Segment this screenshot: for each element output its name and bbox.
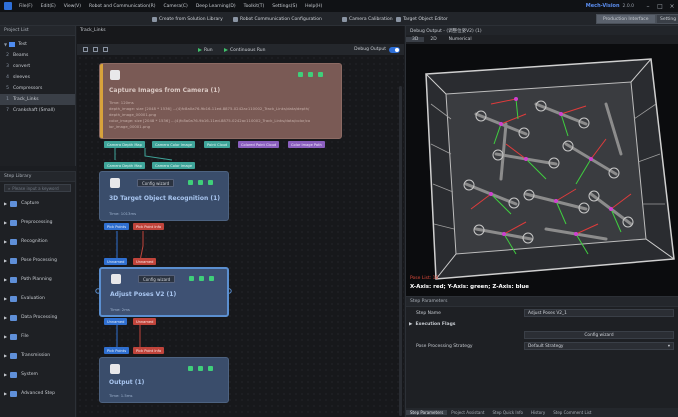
node-time: Time: 1013ms bbox=[109, 211, 137, 216]
debug-view-tabs: 3D 2D Numerical bbox=[406, 35, 678, 44]
port-camera-depth-map[interactable]: Camera Depth Map bbox=[104, 141, 145, 148]
config-wizard-button[interactable]: Config wizard bbox=[138, 275, 176, 283]
chevron-down-icon: ▾ bbox=[667, 343, 670, 349]
step-parameters-header: Step Parameters bbox=[406, 297, 678, 307]
tab-step-comment-list[interactable]: Step Comment List bbox=[549, 410, 595, 415]
node-info-line: lor_image_00001.png bbox=[109, 124, 151, 129]
axis-legend: X-Axis: red; Y-Axis: green; Z-Axis: blue bbox=[410, 284, 530, 290]
robot-link-icon[interactable] bbox=[188, 180, 193, 185]
param-pose-strategy: Pose Processing Strategy Default Strateg… bbox=[406, 341, 678, 351]
export-icon[interactable] bbox=[208, 180, 213, 185]
param-config-wizard: Config wizard bbox=[406, 330, 678, 340]
adjust-poses-icon bbox=[111, 274, 121, 284]
node-info-line: color_image: size [2048 * 1536] ...(4)fc… bbox=[109, 118, 311, 123]
output-node-icon bbox=[110, 364, 120, 374]
step-parameters-title: Step Parameters bbox=[410, 299, 448, 304]
node-adjust-poses-v2[interactable]: Config wizard Adjust Poses V2 (1) Time: … bbox=[99, 267, 229, 317]
step-name-label: Step Name bbox=[416, 310, 441, 316]
recognition-node-icon bbox=[110, 178, 120, 188]
node-stripe bbox=[100, 64, 103, 138]
param-execution-flags[interactable]: ▶ Execution Flags bbox=[406, 319, 678, 329]
port-in-pick-point-info[interactable]: Pick Point Info bbox=[133, 347, 165, 354]
port-out-unnamed[interactable]: Unnamed bbox=[104, 318, 128, 325]
export-icon[interactable] bbox=[209, 276, 214, 281]
debug-output-panel: Debug Output - (调整位姿V2) (1) 3D 2D Numeri… bbox=[405, 26, 678, 296]
robot-link-icon[interactable] bbox=[298, 72, 303, 77]
port-colored-point-cloud[interactable]: Colored Point Cloud bbox=[238, 141, 280, 148]
export-icon[interactable] bbox=[208, 366, 213, 371]
tab-numerical[interactable]: Numerical bbox=[443, 37, 478, 42]
expand-icon: ▶ bbox=[409, 321, 413, 327]
monitor-icon[interactable] bbox=[199, 276, 204, 281]
tab-project-assistant[interactable]: Project Assistant bbox=[447, 410, 488, 415]
config-wizard-button[interactable]: Config wizard bbox=[137, 179, 175, 187]
point-cloud-visualization bbox=[406, 44, 678, 296]
debug-output-title: Debug Output - (调整位姿V2) (1) bbox=[410, 28, 482, 34]
tab-step-parameters[interactable]: Step Parameters bbox=[406, 410, 448, 415]
tab-2d[interactable]: 2D bbox=[424, 37, 442, 42]
node-time: Time: 2ms bbox=[110, 307, 130, 312]
node-time: Time: 120ms bbox=[109, 100, 134, 105]
node-info-line: depth_image_00001.png bbox=[109, 112, 157, 117]
robot-link-icon[interactable] bbox=[189, 276, 194, 281]
pose-strategy-label: Pose Processing Strategy bbox=[416, 343, 473, 349]
node-title: Output (1) bbox=[109, 379, 145, 386]
port-in-camera-color-image[interactable]: Camera Color Image bbox=[152, 162, 196, 169]
port-out-pick-point-info[interactable]: Pick Point Info bbox=[133, 223, 165, 230]
node-title: 3D Target Object Recognition (1) bbox=[109, 195, 220, 202]
node-title: Adjust Poses V2 (1) bbox=[110, 291, 177, 298]
camera-capture-icon bbox=[110, 70, 120, 80]
port-in-unnamed[interactable]: Unnamed bbox=[133, 258, 157, 265]
monitor-icon[interactable] bbox=[198, 180, 203, 185]
tab-history[interactable]: History bbox=[527, 410, 549, 415]
execution-flags-label: Execution Flags bbox=[415, 321, 456, 327]
param-step-name: Step Name Adjust Poses V2_1 bbox=[406, 308, 678, 318]
node-3d-target-recognition[interactable]: Config wizard 3D Target Object Recogniti… bbox=[99, 171, 229, 221]
config-wizard-param-button[interactable]: Config wizard bbox=[524, 331, 674, 339]
port-color-image-path[interactable]: Color Image Path bbox=[288, 141, 325, 148]
port-out-pick-points[interactable]: Pick Points bbox=[104, 223, 130, 230]
port-in-camera-depth-map[interactable]: Camera Depth Map bbox=[104, 162, 145, 169]
tab-3d[interactable]: 3D bbox=[406, 37, 425, 42]
pose-count-label: Pose List: 16 bbox=[410, 276, 439, 281]
node-info-line: depth_image: size [2048 * 1536] ...(4)fc… bbox=[109, 106, 310, 111]
pose-strategy-value: Default Strategy bbox=[528, 343, 564, 349]
monitor-icon[interactable] bbox=[198, 366, 203, 371]
step-parameters-panel: Step Parameters Step Name Adjust Poses V… bbox=[405, 296, 678, 417]
step-name-field[interactable]: Adjust Poses V2_1 bbox=[524, 309, 674, 317]
robot-link-icon[interactable] bbox=[188, 366, 193, 371]
bottom-tab-bar: Step Parameters Project Assistant Step Q… bbox=[406, 408, 678, 417]
port-in-pick-points[interactable]: Pick Points bbox=[104, 347, 130, 354]
tab-step-quick-info[interactable]: Step Quick Info bbox=[488, 410, 527, 415]
debug-output-header: Debug Output - (调整位姿V2) (1) bbox=[406, 26, 678, 35]
export-icon[interactable] bbox=[318, 72, 323, 77]
node-output[interactable]: Output (1) Time: 1.5ms bbox=[99, 357, 229, 403]
pose-strategy-select[interactable]: Default Strategy ▾ bbox=[524, 342, 674, 350]
port-in-unnamed[interactable]: Unnamed bbox=[104, 258, 128, 265]
point-cloud-viewer[interactable]: Pose List: 16 X-Axis: red; Y-Axis: green… bbox=[406, 44, 678, 296]
node-title: Capture Images from Camera (1) bbox=[109, 87, 221, 94]
node-time: Time: 1.5ms bbox=[109, 393, 133, 398]
port-camera-color-image[interactable]: Camera Color Image bbox=[152, 141, 196, 148]
node-capture-images[interactable]: Capture Images from Camera (1) Time: 120… bbox=[99, 63, 342, 139]
port-out-unnamed[interactable]: Unnamed bbox=[133, 318, 157, 325]
port-point-cloud[interactable]: Point Cloud bbox=[204, 141, 231, 148]
monitor-icon[interactable] bbox=[308, 72, 313, 77]
